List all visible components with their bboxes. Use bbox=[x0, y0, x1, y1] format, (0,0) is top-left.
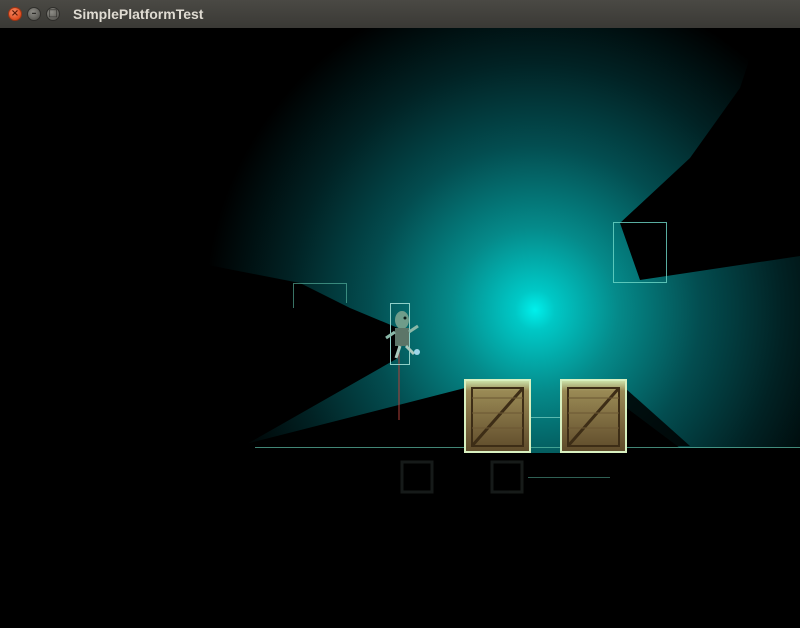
game-canvas[interactable] bbox=[0, 28, 800, 628]
crate-2 bbox=[560, 379, 627, 453]
maximize-icon: □ bbox=[48, 8, 58, 19]
title-bar[interactable]: × – □ SimplePlatformTest bbox=[0, 0, 800, 29]
maximize-button[interactable]: □ bbox=[46, 7, 60, 21]
crate-1 bbox=[464, 379, 531, 453]
minimize-icon: – bbox=[31, 8, 37, 19]
close-button[interactable]: × bbox=[8, 7, 22, 21]
close-icon: × bbox=[10, 8, 20, 19]
app-window: × – □ SimplePlatformTest bbox=[0, 0, 800, 628]
game-scene bbox=[0, 28, 800, 628]
window-title: SimplePlatformTest bbox=[73, 6, 204, 22]
minimize-button[interactable]: – bbox=[27, 7, 41, 21]
